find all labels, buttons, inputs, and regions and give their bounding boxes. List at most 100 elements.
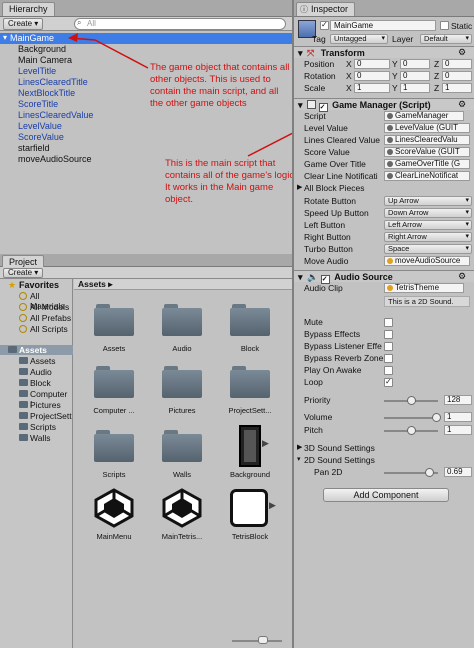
score-value-field[interactable]: ScoreValue (GUIT: [384, 147, 470, 157]
priority-slider-thumb[interactable]: [407, 396, 416, 405]
rotation-y-field[interactable]: 0: [400, 71, 430, 81]
pan-slider-thumb[interactable]: [425, 468, 434, 477]
scale-y-field[interactable]: 1: [400, 83, 430, 93]
move-audio-field[interactable]: moveAudioSource: [384, 256, 470, 266]
zoom-slider-track[interactable]: [232, 640, 282, 642]
asset-label: ProjectSett...: [228, 406, 272, 415]
folder-icon[interactable]: [94, 304, 134, 336]
zoom-slider-thumb[interactable]: [258, 636, 268, 644]
tree-folder[interactable]: Audio: [30, 367, 52, 377]
asset-label: Background: [229, 470, 271, 479]
tree-folder[interactable]: ProjectSett: [30, 411, 72, 421]
game-over-title-field[interactable]: GameOverTitle (G: [384, 159, 470, 169]
left-button-dropdown[interactable]: Left Arrow: [384, 220, 472, 230]
3d-sound-settings-label[interactable]: 3D Sound Settings: [304, 443, 375, 454]
project-create-button[interactable]: Create ▾: [3, 268, 44, 278]
tree-folder[interactable]: Block: [30, 378, 51, 388]
speed-up-button-label: Speed Up Button: [304, 208, 369, 218]
folder-icon[interactable]: [162, 430, 202, 462]
volume-slider-thumb[interactable]: [432, 413, 441, 422]
unity-logo-icon[interactable]: [92, 488, 136, 528]
clear-line-field[interactable]: ClearLineNotificat: [384, 171, 470, 181]
bypass-effects-checkbox[interactable]: [384, 330, 393, 339]
favorites-item[interactable]: All Prefabs: [30, 313, 71, 323]
all-block-pieces-label[interactable]: All Block Pieces: [304, 183, 364, 194]
play-arrow-icon[interactable]: ▶: [262, 438, 269, 449]
component-settings-icon[interactable]: ⚙: [458, 99, 466, 110]
expand-arrow-icon[interactable]: ▶: [297, 443, 302, 451]
favorites-item[interactable]: All Models: [30, 302, 69, 312]
right-button-label: Right Button: [304, 232, 351, 242]
tree-folder[interactable]: Scripts: [30, 422, 56, 432]
position-z-field[interactable]: 0: [442, 59, 472, 69]
game-manager-header[interactable]: ▾ ✓ Game Manager (Script): [294, 98, 474, 112]
play-on-awake-checkbox[interactable]: [384, 366, 393, 375]
folder-icon[interactable]: [162, 366, 202, 398]
background-sprite-icon[interactable]: [239, 425, 261, 467]
tree-folder[interactable]: Computer I: [30, 389, 72, 409]
component-settings-icon[interactable]: ⚙: [458, 47, 466, 58]
folder-icon[interactable]: [162, 304, 202, 336]
right-button-dropdown[interactable]: Right Arrow: [384, 232, 472, 242]
mute-checkbox[interactable]: [384, 318, 393, 327]
transform-header[interactable]: ▾ ⤧ Transform: [294, 46, 474, 58]
unity-logo-icon[interactable]: [160, 488, 204, 528]
layer-dropdown[interactable]: Default: [420, 34, 472, 44]
folder-icon[interactable]: [230, 366, 270, 398]
2d-sound-settings-label[interactable]: 2D Sound Settings: [304, 455, 375, 466]
volume-field[interactable]: 1: [444, 412, 472, 422]
tag-dropdown[interactable]: Untagged: [330, 34, 388, 44]
script-field[interactable]: GameManager: [384, 111, 464, 121]
rotate-button-label: Rotate Button: [304, 196, 356, 206]
object-name-field[interactable]: MainGame: [330, 20, 436, 31]
level-value-field[interactable]: LevelValue (GUIT: [384, 123, 470, 133]
pan-2d-label: Pan 2D: [314, 467, 343, 477]
play-on-awake-label: Play On Awake: [304, 365, 362, 375]
audio-source-header[interactable]: ▾ 🔈 ✓ Audio Source: [294, 270, 474, 284]
rotation-x-field[interactable]: 0: [354, 71, 390, 81]
active-checkbox[interactable]: [320, 20, 329, 30]
position-y-field[interactable]: 0: [400, 59, 430, 69]
rotate-button-dropdown[interactable]: Up Arrow: [384, 196, 472, 206]
turbo-button-dropdown[interactable]: Space: [384, 244, 472, 254]
add-component-button[interactable]: Add Component: [323, 488, 449, 502]
bypass-listener-checkbox[interactable]: [384, 342, 393, 351]
tetris-block-icon[interactable]: [230, 489, 268, 527]
folder-icon[interactable]: [94, 366, 134, 398]
tree-folder[interactable]: Assets: [30, 356, 56, 366]
volume-slider-track[interactable]: [384, 417, 438, 419]
assets-root-label[interactable]: Assets: [19, 345, 47, 355]
loop-checkbox[interactable]: [384, 377, 393, 387]
folder-icon[interactable]: [94, 430, 134, 462]
turbo-button-label: Turbo Button: [304, 244, 353, 254]
pan-2d-field[interactable]: 0.69: [444, 467, 472, 477]
pitch-field[interactable]: 1: [444, 425, 472, 435]
favorites-item[interactable]: All Materials: [30, 291, 72, 311]
speed-up-button-dropdown[interactable]: Down Arrow: [384, 208, 472, 218]
scale-x-field[interactable]: 1: [354, 83, 390, 93]
rotation-z-field[interactable]: 0: [442, 71, 472, 81]
component-settings-icon[interactable]: ⚙: [458, 271, 466, 282]
audio-clip-field[interactable]: TetrisTheme: [384, 283, 464, 293]
bypass-reverb-checkbox[interactable]: [384, 354, 393, 363]
mute-label: Mute: [304, 317, 323, 327]
tab-project[interactable]: Project: [2, 255, 45, 267]
favorites-label[interactable]: Favorites: [19, 280, 59, 290]
tree-folder[interactable]: Pictures: [30, 400, 61, 410]
scale-z-field[interactable]: 1: [442, 83, 472, 93]
star-icon: ★: [8, 280, 17, 290]
tree-folder[interactable]: Walls: [30, 433, 50, 443]
axis-x-label: X: [346, 71, 352, 81]
play-arrow-icon[interactable]: ▶: [269, 500, 276, 511]
priority-field[interactable]: 128: [444, 395, 472, 405]
pitch-slider-thumb[interactable]: [407, 426, 416, 435]
favorites-item[interactable]: All Scripts: [30, 324, 68, 334]
lines-cleared-field[interactable]: LinesClearedValu: [384, 135, 470, 145]
static-checkbox[interactable]: [440, 21, 449, 30]
asset-label: Audio: [172, 344, 192, 353]
expand-arrow-icon[interactable]: ▶: [297, 183, 302, 191]
folder-icon: [19, 390, 28, 397]
expand-arrow-icon[interactable]: ▾: [297, 455, 301, 463]
position-x-field[interactable]: 0: [354, 59, 390, 69]
folder-icon[interactable]: [230, 304, 270, 336]
